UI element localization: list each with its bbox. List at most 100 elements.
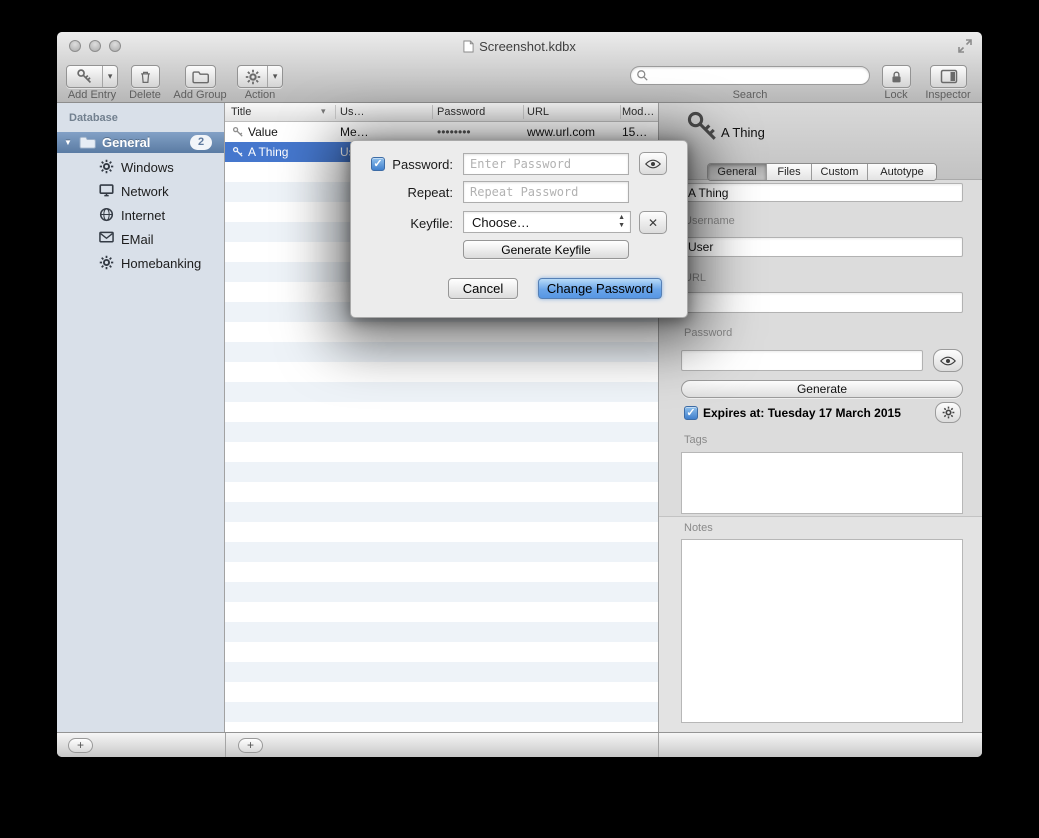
gear-icon xyxy=(238,66,267,87)
notes-input[interactable] xyxy=(681,539,963,723)
sidebar-item-network[interactable]: Network xyxy=(57,181,224,201)
stepper-icon: ▲▼ xyxy=(618,214,625,230)
sort-arrow-icon[interactable]: ▾ xyxy=(321,106,326,117)
dialog-password-input[interactable] xyxy=(463,153,629,175)
username-field[interactable] xyxy=(681,237,963,257)
dialog-password-label: Password: xyxy=(379,157,453,172)
column-divider[interactable] xyxy=(432,105,433,119)
dialog-repeat-input[interactable] xyxy=(463,181,629,203)
sidebar-item-label: Windows xyxy=(121,160,174,175)
reveal-password-button[interactable] xyxy=(933,349,963,372)
title-field[interactable] xyxy=(681,183,963,202)
password-field[interactable] xyxy=(681,350,923,371)
key-icon xyxy=(232,146,244,158)
fullscreen-icon[interactable] xyxy=(958,39,972,53)
dialog-keyfile-label: Keyfile: xyxy=(379,216,453,231)
search-input[interactable] xyxy=(630,66,870,85)
sidebar-item-internet[interactable]: Internet xyxy=(57,205,224,225)
cell-title: Value xyxy=(248,125,278,139)
folder-icon xyxy=(192,70,209,84)
globe-icon xyxy=(99,207,115,223)
sidebar-item-windows[interactable]: Windows xyxy=(57,157,224,177)
sidebar-item-email[interactable]: EMail xyxy=(57,229,224,249)
chevron-down-icon[interactable]: ▾ xyxy=(267,66,282,87)
sidebar-section-header: Database xyxy=(69,112,118,124)
generate-keyfile-button[interactable]: Generate Keyfile xyxy=(463,240,629,259)
clear-keyfile-button[interactable]: ✕ xyxy=(639,211,667,234)
eye-icon xyxy=(940,356,956,366)
search-field-wrap xyxy=(630,66,870,85)
username-label: Username xyxy=(684,215,735,227)
add-group-footer-button[interactable]: + xyxy=(68,738,93,753)
action-label: Action xyxy=(215,89,305,101)
add-entry-footer-button[interactable]: + xyxy=(238,738,263,753)
change-password-button[interactable]: Change Password xyxy=(538,278,662,299)
tab-autotype[interactable]: Autotype xyxy=(868,164,936,180)
tab-files[interactable]: Files xyxy=(767,164,812,180)
sidebar-item-homebanking[interactable]: Homebanking xyxy=(57,253,224,273)
column-divider[interactable] xyxy=(620,105,621,119)
key-icon xyxy=(232,126,244,138)
tags-label: Tags xyxy=(684,434,707,446)
keyfile-popup-value: Choose… xyxy=(472,215,530,230)
action-button[interactable]: ▾ xyxy=(237,65,283,88)
search-label: Search xyxy=(705,89,795,101)
disclosure-triangle-icon[interactable]: ▼ xyxy=(57,138,79,147)
column-header-modified[interactable]: Mod… xyxy=(622,106,654,118)
cancel-button[interactable]: Cancel xyxy=(448,278,518,299)
change-password-dialog: ✓ Password: Repeat: Keyfile: Choose… ▲▼ … xyxy=(350,140,688,318)
pane-divider xyxy=(658,733,659,757)
column-divider[interactable] xyxy=(523,105,524,119)
column-header-url[interactable]: URL xyxy=(527,106,549,118)
tab-general[interactable]: General xyxy=(708,164,767,180)
key-icon xyxy=(67,66,102,87)
chevron-down-icon[interactable]: ▾ xyxy=(102,66,117,87)
add-group-button[interactable] xyxy=(185,65,216,88)
inspector-button[interactable] xyxy=(930,65,967,88)
gear-icon xyxy=(942,406,955,419)
folder-icon xyxy=(79,136,96,149)
document-icon xyxy=(463,40,474,53)
sidebar-item-label: Network xyxy=(121,184,169,199)
app-window: Screenshot.kdbx ▾ Add Entry Delete Add G… xyxy=(57,32,982,757)
add-entry-button[interactable]: ▾ xyxy=(66,65,118,88)
column-header-title[interactable]: Title xyxy=(231,106,251,118)
delete-button[interactable] xyxy=(131,65,160,88)
expires-settings-button[interactable] xyxy=(935,402,961,423)
generate-password-button[interactable]: Generate xyxy=(681,380,963,398)
url-field[interactable] xyxy=(681,292,963,313)
inspector-panel-icon xyxy=(940,69,958,84)
expires-label: Expires at: Tuesday 17 March 2015 xyxy=(703,406,901,420)
dialog-repeat-label: Repeat: xyxy=(379,185,453,200)
window-title-row: Screenshot.kdbx xyxy=(57,39,982,54)
gear-icon xyxy=(99,255,115,271)
dialog-reveal-password-button[interactable] xyxy=(639,152,667,175)
sidebar-group-general[interactable]: ▼ General 2 xyxy=(57,132,224,153)
gear-icon xyxy=(99,159,115,175)
eye-icon xyxy=(645,159,661,169)
column-divider[interactable] xyxy=(335,105,336,119)
column-header-username[interactable]: Us… xyxy=(340,106,364,118)
cell-url: www.url.com xyxy=(527,125,595,139)
entry-row-value[interactable]: Value Me… •••••••• www.url.com 15… xyxy=(225,122,658,142)
sidebar-group-label: General xyxy=(102,135,150,150)
inspector-entry-title: A Thing xyxy=(721,125,765,140)
sidebar-item-label: EMail xyxy=(121,232,154,247)
lock-button[interactable] xyxy=(882,65,911,88)
column-header-password[interactable]: Password xyxy=(437,106,485,118)
tab-custom[interactable]: Custom xyxy=(812,164,868,180)
password-label: Password xyxy=(684,327,732,339)
inspector-header: A Thing General Files Custom Autotype xyxy=(659,103,982,180)
sidebar-item-label: Internet xyxy=(121,208,165,223)
notes-label: Notes xyxy=(684,522,713,534)
sidebar-item-label: Homebanking xyxy=(121,256,201,271)
cell-username: Me… xyxy=(340,125,369,139)
inspector-tabs: General Files Custom Autotype xyxy=(707,163,937,181)
trash-icon xyxy=(138,69,153,85)
inspector-panel: A Thing General Files Custom Autotype Us… xyxy=(658,103,982,732)
search-icon xyxy=(636,69,649,82)
cell-password: •••••••• xyxy=(437,125,471,139)
keyfile-popup-button[interactable]: Choose… ▲▼ xyxy=(463,211,631,233)
tags-input[interactable] xyxy=(681,452,963,514)
expires-checkbox[interactable]: ✓ xyxy=(684,406,698,420)
